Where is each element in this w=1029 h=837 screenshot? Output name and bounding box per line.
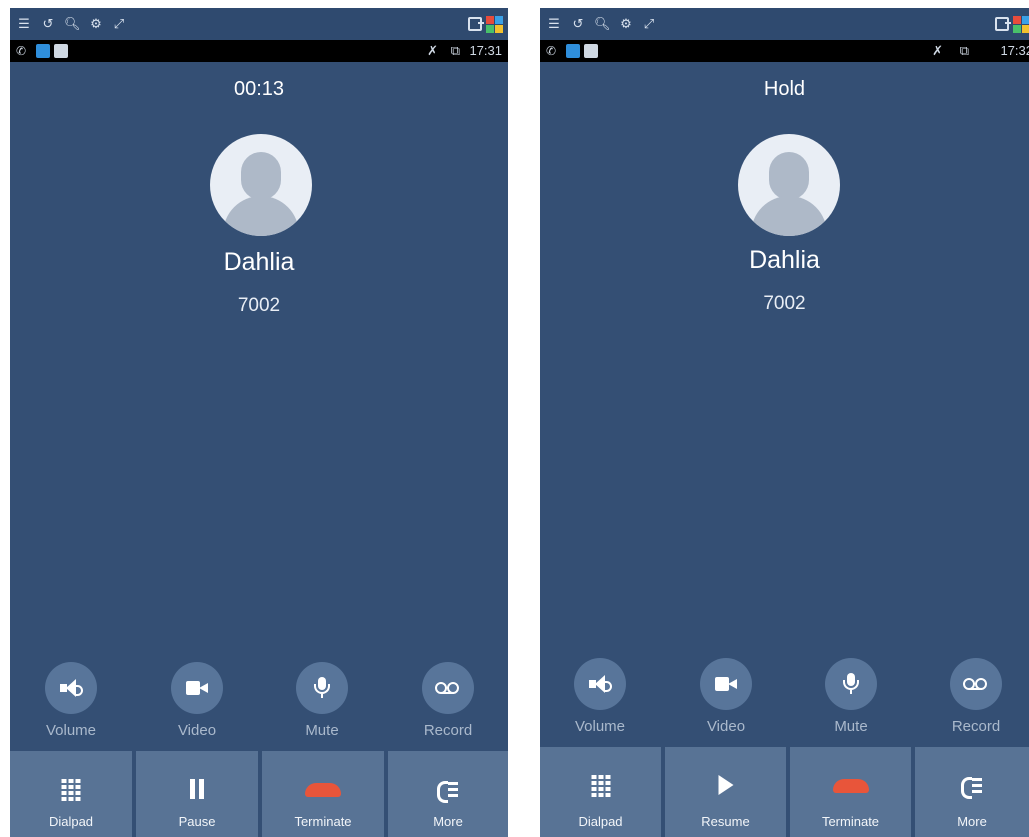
apps-icon[interactable] bbox=[1013, 16, 1029, 33]
video-button[interactable]: Video bbox=[152, 662, 242, 739]
refresh-icon[interactable]: ↺ bbox=[40, 16, 56, 32]
window-icon: ⧉ bbox=[450, 43, 460, 58]
record-button[interactable]: Record bbox=[931, 658, 1021, 735]
contact-name: Dahlia bbox=[749, 246, 820, 274]
call-options-icon bbox=[437, 779, 459, 803]
mute-ring-icon: ✗ bbox=[427, 43, 438, 58]
dialpad-tab[interactable]: Dialpad bbox=[540, 747, 661, 837]
settings-icon[interactable]: ⚙ bbox=[618, 16, 634, 32]
contact-number: 7002 bbox=[237, 295, 281, 316]
sim-icon bbox=[54, 44, 68, 58]
voicemail-record-icon bbox=[435, 682, 461, 694]
video-button[interactable]: Video bbox=[681, 658, 771, 735]
phone-icon: ✆ bbox=[546, 44, 557, 58]
phone-icon: ✆ bbox=[16, 44, 27, 58]
status-bar: ✆ ✗ ⧉ 17:31 bbox=[10, 40, 508, 62]
terminate-tab[interactable]: Terminate bbox=[262, 751, 384, 837]
call-timer: 00:13 bbox=[233, 78, 285, 100]
call-active-icon bbox=[36, 44, 50, 58]
dialpad-icon bbox=[61, 779, 81, 801]
terminate-tab[interactable]: Terminate bbox=[790, 747, 911, 837]
pause-tab[interactable]: Pause bbox=[136, 751, 258, 837]
sim-icon bbox=[584, 44, 598, 58]
search-icon[interactable]: 🔍︎ bbox=[594, 16, 611, 32]
expand-icon[interactable]: ⤢ bbox=[112, 16, 126, 32]
microphone-icon bbox=[313, 677, 331, 699]
expand-icon[interactable]: ⤢ bbox=[642, 16, 656, 32]
video-camera-icon bbox=[186, 681, 208, 695]
dialpad-icon bbox=[591, 775, 610, 797]
speaker-icon bbox=[589, 675, 612, 693]
pause-icon bbox=[188, 779, 206, 799]
mute-button[interactable]: Mute bbox=[806, 658, 896, 735]
call-state-hold: Hold bbox=[763, 78, 806, 100]
hang-up-icon bbox=[305, 783, 341, 797]
volume-button[interactable]: Volume bbox=[26, 662, 116, 739]
hang-up-icon bbox=[832, 779, 869, 793]
more-tab[interactable]: More bbox=[388, 751, 508, 837]
contact-number: 7002 bbox=[763, 293, 806, 314]
call-active-icon bbox=[566, 44, 580, 58]
system-bar: ☰ ↺ 🔍︎ ⚙ ⤢ bbox=[10, 8, 508, 40]
refresh-icon[interactable]: ↺ bbox=[570, 16, 586, 32]
search-icon[interactable]: 🔍︎ bbox=[64, 16, 81, 32]
play-icon bbox=[718, 775, 733, 795]
voicemail-record-icon bbox=[963, 678, 989, 690]
window-icon: ⧉ bbox=[959, 43, 969, 58]
video-camera-icon bbox=[715, 677, 737, 691]
exit-icon[interactable] bbox=[468, 17, 484, 31]
volume-button[interactable]: Volume bbox=[555, 658, 645, 735]
more-tab[interactable]: More bbox=[915, 747, 1029, 837]
contact-name: Dahlia bbox=[223, 248, 295, 276]
contact-avatar bbox=[210, 134, 312, 236]
mute-ring-icon: ✗ bbox=[932, 43, 943, 58]
record-button[interactable]: Record bbox=[403, 662, 493, 739]
mute-button[interactable]: Mute bbox=[277, 662, 367, 739]
call-screen-hold: ☰ ↺ 🔍︎ ⚙ ⤢ ✆ ✗ ⧉ 17:32 Hold Dahlia 7002 … bbox=[540, 8, 1029, 837]
resume-tab[interactable]: Resume bbox=[665, 747, 786, 837]
menu-icon[interactable]: ☰ bbox=[16, 16, 32, 32]
status-time: 17:31 bbox=[469, 43, 502, 58]
status-bar: ✆ ✗ ⧉ 17:32 bbox=[540, 40, 1029, 62]
microphone-icon bbox=[842, 673, 860, 695]
apps-icon[interactable] bbox=[486, 16, 503, 33]
call-options-icon bbox=[961, 775, 983, 799]
contact-avatar bbox=[738, 134, 840, 236]
exit-icon[interactable] bbox=[995, 17, 1011, 31]
status-time: 17:32 bbox=[1000, 43, 1029, 58]
dialpad-tab[interactable]: Dialpad bbox=[10, 751, 132, 837]
menu-icon[interactable]: ☰ bbox=[546, 16, 562, 32]
system-bar: ☰ ↺ 🔍︎ ⚙ ⤢ bbox=[540, 8, 1029, 40]
speaker-icon bbox=[60, 679, 83, 697]
settings-icon[interactable]: ⚙ bbox=[88, 16, 104, 32]
call-screen-active: ☰ ↺ 🔍︎ ⚙ ⤢ ✆ ✗ ⧉ 17:31 00:13 Dahlia 7002… bbox=[10, 8, 508, 837]
